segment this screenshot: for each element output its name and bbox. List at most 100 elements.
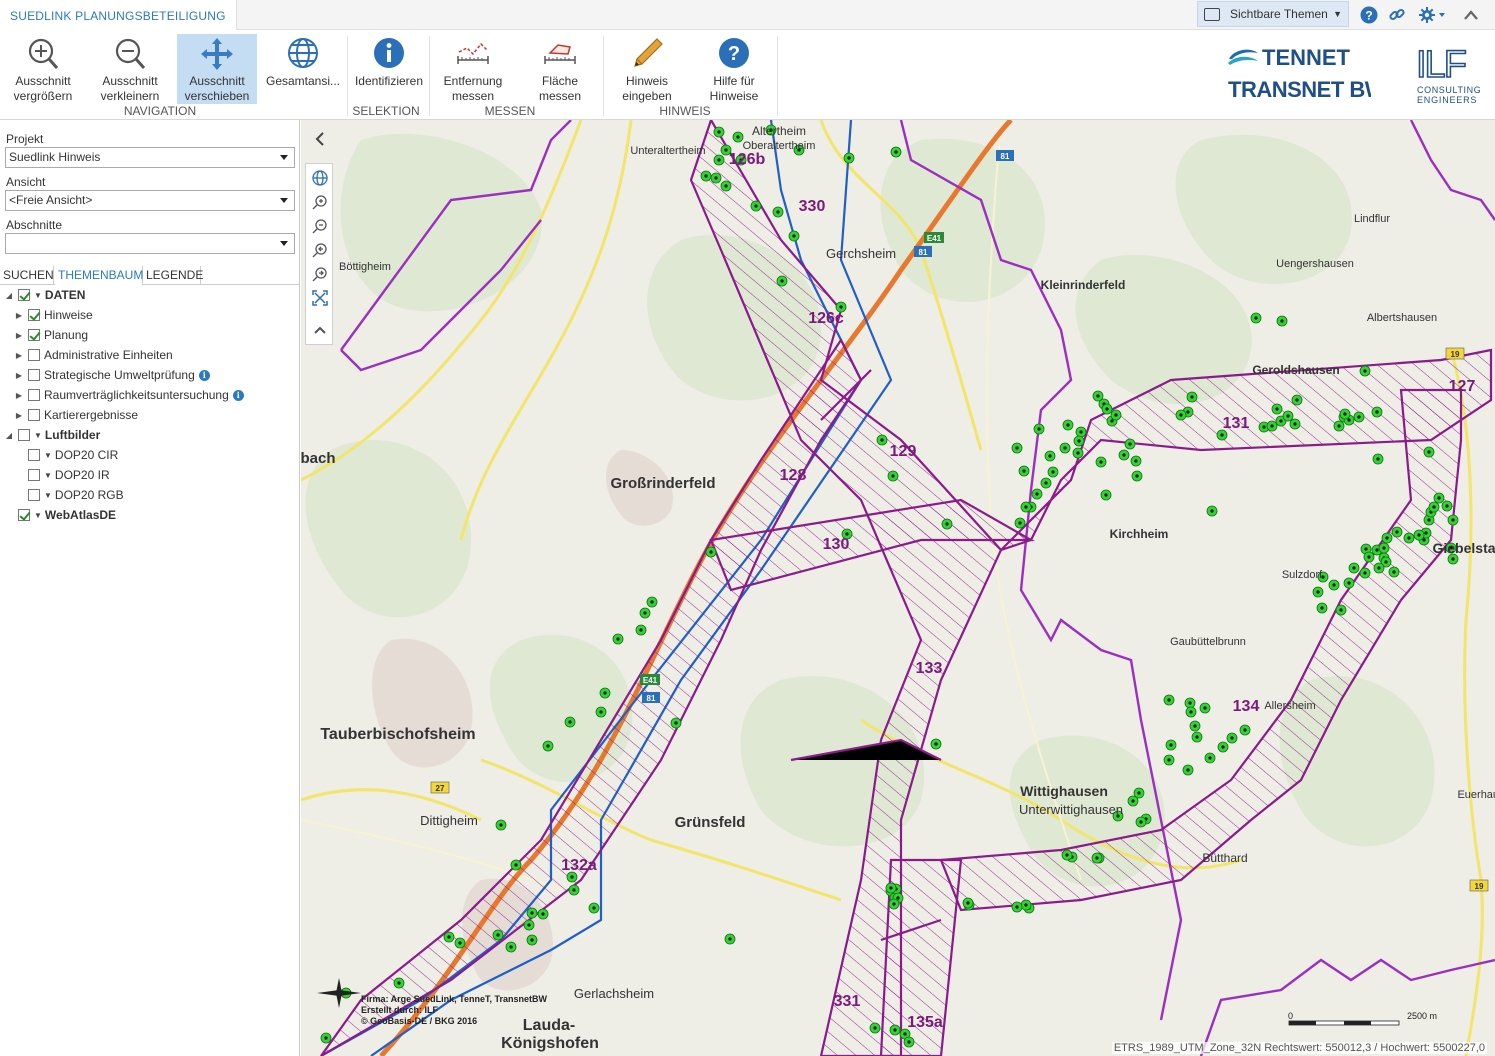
note-point-center [776, 210, 780, 214]
note-point-center [568, 720, 572, 724]
note-point-center [1189, 710, 1193, 714]
tree-item-daten[interactable]: ◢ ▼ DATEN [4, 286, 85, 304]
segment-label: 131 [1223, 415, 1250, 432]
ribbon-separator [429, 36, 430, 116]
layer-checkbox[interactable] [28, 449, 40, 461]
tree-item-dop20-cir[interactable]: ▼ DOP20 CIR [24, 446, 118, 464]
group-label-navigation: NAVIGATION [123, 104, 197, 118]
tab-search[interactable]: SUCHEN [0, 266, 54, 285]
zoom-in-icon[interactable] [310, 192, 330, 212]
collapse-sidebar-button[interactable] [310, 128, 330, 150]
note-point-center [639, 628, 643, 632]
zoom-next-icon[interactable] [310, 264, 330, 284]
identify-button[interactable]: Identifizieren [349, 34, 429, 104]
note-point-center [1332, 583, 1336, 587]
note-point-center [724, 148, 728, 152]
zoom-out-button[interactable]: Ausschnitt verkleinern [90, 34, 170, 104]
tree-item-sup[interactable]: ▶ Strategische Umweltprüfung i [14, 366, 210, 384]
note-help-button[interactable]: ? Hilfe für Hinweise [694, 34, 774, 104]
project-select[interactable]: Suedlink Hinweis [5, 147, 295, 168]
measure-distance-button[interactable]: Entfernung messen [433, 34, 513, 104]
chevron-up-icon[interactable] [310, 320, 330, 340]
tree-item-webatlasde[interactable]: ▼ WebAtlasDE [14, 506, 116, 524]
tree-item-dop20-rgb[interactable]: ▼ DOP20 RGB [24, 486, 124, 504]
tree-item-rvu[interactable]: ▶ Raumverträglichkeitsuntersuchung i [14, 386, 244, 404]
toolbar-ribbon: Ausschnitt vergrößern Ausschnitt verklei… [0, 30, 1495, 120]
add-note-label-2: eingeben [622, 89, 672, 103]
sections-label: Abschnitte [6, 218, 63, 232]
zoom-in-button[interactable]: Ausschnitt vergrößern [3, 34, 83, 104]
note-point-center [1195, 735, 1199, 739]
tree-item-luftbilder[interactable]: ◢ ▼ Luftbilder [4, 426, 100, 444]
layer-checkbox[interactable] [28, 389, 40, 401]
note-point-center [1367, 555, 1371, 559]
note-point-center [1015, 446, 1019, 450]
tree-expand-icon[interactable]: ▶ [14, 311, 24, 320]
zoom-out-icon[interactable] [310, 216, 330, 236]
place-label: Euerhaus [1457, 789, 1495, 801]
tree-expand-icon[interactable]: ▶ [14, 331, 24, 340]
view-select-value: <Freie Ansicht> [9, 193, 93, 207]
place-label: Albertshausen [1367, 312, 1437, 324]
collapse-ribbon-icon[interactable] [1460, 4, 1482, 26]
tree-item-hinweise[interactable]: ▶ Hinweise [14, 306, 93, 324]
link-icon[interactable] [1386, 4, 1408, 26]
tree-expand-icon[interactable]: ▶ [14, 391, 24, 400]
tree-expand-icon[interactable]: ▶ [14, 351, 24, 360]
tree-expand-icon[interactable]: ▶ [14, 371, 24, 380]
settings-gear-icon[interactable] [1416, 4, 1450, 26]
measure-area-button[interactable]: Fläche messen [520, 34, 600, 104]
full-extent-icon[interactable] [310, 288, 330, 308]
note-point-center [1230, 736, 1234, 740]
tree-expand-icon[interactable]: ◢ [4, 291, 14, 300]
tree-expand-icon[interactable]: ◢ [4, 431, 14, 440]
note-point-center [1139, 820, 1143, 824]
place-label: Geroldshausen [1252, 363, 1339, 377]
tree-item-administrative[interactable]: ▶ Administrative Einheiten [14, 346, 173, 364]
layer-checkbox[interactable] [28, 469, 40, 481]
visible-themes-button[interactable]: Sichtbare Themen ▼ [1197, 1, 1349, 27]
layer-checkbox[interactable] [18, 429, 30, 441]
tree-item-planung[interactable]: ▶ Planung [14, 326, 88, 344]
help-top-icon[interactable]: ? [1358, 4, 1380, 26]
full-extent-button[interactable]: Gesamtansi... [263, 34, 343, 104]
layer-checkbox[interactable] [18, 509, 30, 521]
tree-item-label: DOP20 IR [54, 468, 110, 482]
layer-checkbox[interactable] [28, 309, 40, 321]
pencil-icon [634, 38, 663, 67]
note-point-center [714, 176, 718, 180]
app-title[interactable]: SUEDLINK PLANUNGSBETEILIGUNG [0, 0, 237, 30]
layer-checkbox[interactable] [28, 369, 40, 381]
tab-legend[interactable]: LEGENDE [143, 266, 203, 285]
zoom-previous-icon[interactable] [310, 240, 330, 260]
view-select[interactable]: <Freie Ansicht> [5, 190, 295, 211]
north-arrow-icon [317, 978, 361, 1008]
segment-label: 331 [834, 993, 861, 1010]
layer-checkbox[interactable] [28, 489, 40, 501]
tab-theme-tree[interactable]: THEMENBAUM [55, 266, 143, 285]
layer-checkbox[interactable] [28, 409, 40, 421]
add-note-button[interactable]: Hinweis eingeben [607, 34, 687, 104]
note-point-center [650, 600, 654, 604]
chevron-down-icon: ▼ [34, 430, 42, 440]
info-icon[interactable]: i [198, 369, 210, 381]
tree-item-dop20-ir[interactable]: ▼ DOP20 IR [24, 466, 110, 484]
note-point-center [1210, 509, 1214, 513]
layer-checkbox[interactable] [28, 329, 40, 341]
tree-item-label: Hinweise [44, 308, 93, 322]
map-view[interactable]: 126b 330 126c 129 128 130 131 127 133 13… [301, 120, 1495, 1056]
tree-expand-icon[interactable]: ▶ [14, 411, 24, 420]
layer-checkbox[interactable] [18, 289, 30, 301]
layer-checkbox[interactable] [28, 349, 40, 361]
info-icon[interactable]: i [232, 389, 244, 401]
project-label: Projekt [6, 132, 44, 146]
note-point-center [780, 279, 784, 283]
note-point-center [1432, 505, 1436, 509]
note-point-center [541, 912, 545, 916]
tree-item-kartierergebnisse[interactable]: ▶ Kartierergebnisse [14, 406, 138, 424]
sections-select[interactable] [5, 233, 295, 254]
pan-button[interactable]: Ausschnitt verschieben [177, 34, 257, 104]
globe-icon[interactable] [310, 168, 330, 188]
map-canvas[interactable]: 126b 330 126c 129 128 130 131 127 133 13… [301, 120, 1495, 1056]
note-point-center [704, 174, 708, 178]
